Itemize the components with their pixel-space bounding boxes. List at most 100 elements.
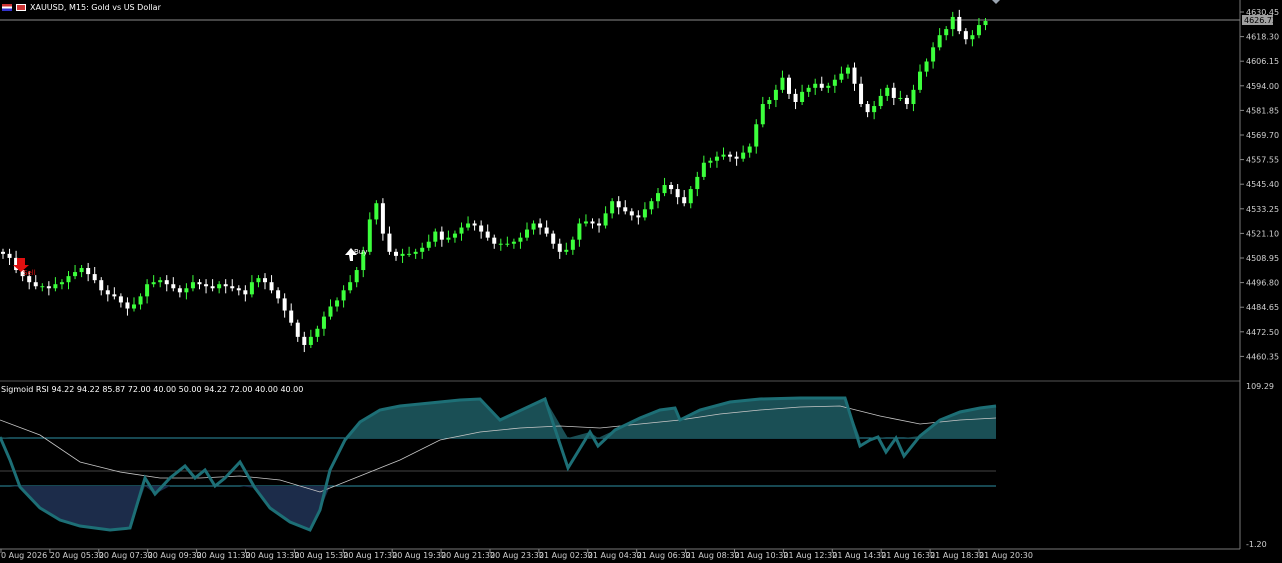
candle-body: [544, 227, 549, 234]
candle-body: [452, 233, 457, 238]
candle-body: [616, 201, 621, 208]
price-tick-label: 4460.35: [1246, 352, 1279, 361]
price-tick-label: 4496.80: [1246, 279, 1279, 288]
candle-body: [551, 233, 556, 244]
candle-body: [662, 185, 667, 194]
candle-body: [898, 97, 903, 99]
price-tick-label: 4545.40: [1246, 180, 1279, 189]
candle-body: [145, 284, 150, 297]
candle-body: [308, 336, 313, 345]
candle-body: [826, 85, 831, 88]
candle-body: [433, 231, 438, 242]
candle-body: [773, 89, 778, 100]
price-tick-label: 4508.95: [1246, 254, 1279, 263]
time-tick-label: 20 Aug 15:30: [294, 551, 348, 560]
candle-body: [439, 231, 444, 240]
candle-body: [656, 193, 660, 202]
candle-body: [79, 268, 84, 273]
candle-body: [832, 79, 837, 86]
candle-body: [944, 29, 949, 36]
candle-body: [105, 290, 110, 295]
time-tick-label: 21 Aug 12:30: [783, 551, 837, 560]
candle-body: [642, 209, 647, 218]
candle-body: [210, 286, 215, 289]
candle-body: [865, 104, 870, 113]
candle-body: [118, 296, 123, 303]
time-tick-label: 20 Aug 17:30: [343, 551, 397, 560]
time-tick-label: 20 Aug 11:30: [197, 551, 251, 560]
candle-body: [413, 251, 418, 254]
candle-body: [891, 87, 896, 98]
candle-body: [950, 16, 955, 30]
candle-body: [970, 35, 975, 40]
candle-body: [525, 229, 529, 238]
candle-body: [597, 223, 602, 226]
candle-body: [46, 286, 51, 289]
candle-body: [813, 83, 818, 88]
candle-body: [839, 73, 844, 80]
candle-body: [577, 223, 582, 240]
candle-body: [197, 282, 202, 285]
candle-body: [66, 276, 71, 283]
time-tick-label: 21 Aug 04:30: [588, 551, 642, 560]
candle-body: [276, 290, 281, 299]
candle-body: [321, 316, 326, 329]
candle-body: [787, 77, 791, 94]
candle-body: [564, 249, 569, 252]
buy-marker-label: Buy: [354, 248, 367, 256]
candle-body: [249, 282, 254, 295]
candle-body: [223, 284, 228, 287]
time-tick-label: 20 Aug 07:30: [99, 551, 153, 560]
time-axis: 0 Aug 2026 20 Aug 05:3020 Aug 07:3020 Aug…: [0, 549, 1033, 560]
candle-body: [328, 306, 333, 317]
candle-body: [164, 280, 169, 285]
time-tick-label: 21 Aug 10:30: [735, 551, 789, 560]
candle-body: [505, 243, 510, 245]
candle-body: [636, 215, 641, 218]
candle-body: [302, 336, 307, 345]
candle-body: [675, 189, 680, 198]
candle-body: [983, 21, 988, 26]
candle-body: [1, 251, 5, 254]
candle-body: [904, 97, 909, 105]
candle-body: [341, 290, 346, 301]
candle-body: [688, 189, 693, 204]
rsi-axis-top: 109.29: [1246, 382, 1274, 391]
candle-body: [492, 237, 497, 244]
price-tick-label: 4472.50: [1246, 328, 1279, 337]
candle-body: [963, 31, 968, 40]
price-tick-label: 4569.70: [1246, 131, 1279, 140]
candle-body: [348, 282, 353, 291]
chart-canvas[interactable]: Sell Buy 4630.454618.304606.154594.00458…: [0, 0, 1282, 563]
candle-body: [485, 231, 490, 238]
candle-body: [780, 77, 785, 90]
candle-body: [734, 156, 739, 159]
time-tick-label: 21 Aug 20:30: [979, 551, 1033, 560]
time-tick-label: 20 Aug 21:30: [441, 551, 495, 560]
candle-body: [354, 270, 359, 283]
candle-body: [754, 124, 759, 147]
candle-body: [420, 247, 425, 252]
time-tick-label: 21 Aug 08:30: [686, 551, 740, 560]
candle-body: [728, 154, 733, 157]
candle-body: [682, 197, 687, 204]
candle-body: [511, 241, 516, 244]
chart-type-icon: [16, 4, 26, 11]
candle-body: [282, 298, 287, 311]
candle-body: [937, 35, 942, 48]
candle-body: [132, 304, 136, 309]
candle-body: [295, 322, 300, 337]
candle-body: [498, 243, 503, 245]
time-tick-label: 0 Aug 2026: [1, 551, 47, 560]
candle-body: [721, 154, 726, 157]
candle-body: [190, 282, 195, 289]
price-tick-label: 4521.10: [1246, 229, 1279, 238]
candle-body: [112, 294, 117, 297]
candle-body: [151, 282, 156, 285]
candle-body: [204, 284, 209, 287]
time-tick-label: 21 Aug 02:30: [539, 551, 593, 560]
rsi-oversold-fill: [0, 486, 996, 530]
candle-body: [859, 83, 864, 105]
candle-body: [872, 106, 877, 113]
candle-body: [426, 241, 431, 248]
